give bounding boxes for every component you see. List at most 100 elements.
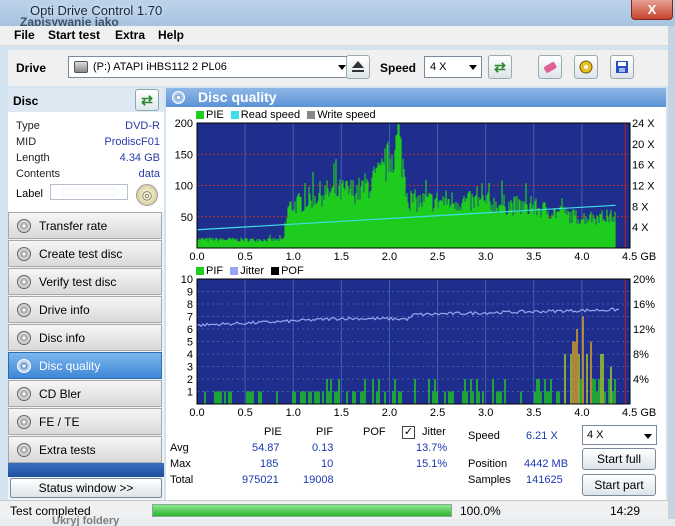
nav-disc-info[interactable]: Disc info [8, 324, 162, 351]
nav-cd-bler[interactable]: CD Bler [8, 380, 162, 407]
erase-button[interactable] [538, 55, 562, 79]
chevron-down-icon [469, 65, 477, 70]
menu-extra[interactable]: Extra [115, 28, 145, 42]
eject-button[interactable] [346, 55, 370, 79]
nav-label: Verify test disc [39, 275, 117, 289]
background-text: Ukryj foldery [52, 515, 120, 526]
y-tick-label: 100 [175, 181, 193, 193]
disc-value: ProdiscF01 [104, 136, 160, 148]
menu-file[interactable]: File [14, 28, 35, 42]
disc-icon [17, 303, 31, 317]
left-panel: Disc ⇄ Type DVD-R MID ProdiscF01 Length … [8, 88, 164, 500]
status-window-button[interactable]: Status window >> [10, 478, 162, 498]
stats-max-jitter: 15.1% [416, 458, 448, 470]
test-speed-select[interactable]: 4 X [582, 425, 657, 445]
refresh-icon: ⇄ [494, 59, 506, 75]
charts-svg: 200 150 100 50 24 X 20 X 16 X 12 X 8 X 4 X 0.0 0.5 1… [175, 118, 657, 419]
eject-icon [352, 61, 364, 72]
x-tick-label: 1.0 [286, 407, 301, 419]
chevron-down-icon [338, 65, 346, 70]
x-tick-label: 3.0 [478, 407, 493, 419]
nav-verify-test-disc[interactable]: Verify test disc [8, 268, 162, 295]
y-tick-label: 50 [181, 212, 193, 224]
y-tick-label: 5 [187, 337, 193, 349]
y-tick-label: 3 [187, 362, 193, 374]
y-tick-label-right: 16% [633, 299, 655, 311]
refresh-button[interactable]: ⇄ [488, 55, 512, 79]
x-tick-label: 4.5 GB [622, 407, 656, 419]
settings-button[interactable] [574, 55, 598, 79]
stats-header-pie: PIE [264, 426, 282, 438]
y-tick-label: 2 [187, 374, 193, 386]
x-tick-label: 0.5 [237, 407, 252, 419]
disc-key: Contents [16, 168, 61, 180]
y-tick-label-right: 12 X [632, 181, 655, 193]
test-speed-value: 4 X [587, 429, 604, 441]
start-part-button[interactable]: Start part [582, 474, 656, 496]
jitter-checkbox[interactable]: ✓ [402, 426, 415, 439]
disc-icon [17, 359, 31, 373]
y-tick-label: 9 [187, 287, 193, 299]
chevron-down-icon [644, 434, 652, 439]
nav-fe-te[interactable]: FE / TE [8, 408, 162, 435]
disc-icon: ◎ [141, 188, 153, 202]
stats-max-pie: 185 [260, 458, 279, 470]
x-tick-label: 0.0 [189, 251, 204, 263]
nav-transfer-rate[interactable]: Transfer rate [8, 212, 162, 239]
stats-total-pie: 975021 [242, 474, 279, 486]
window-border [668, 26, 675, 519]
label-field-value [63, 188, 115, 196]
nav-extra-tests[interactable]: Extra tests [8, 436, 162, 463]
background-window-strip: Ukryj foldery [0, 515, 675, 526]
start-full-button[interactable]: Start full [582, 448, 656, 470]
nav-spacer [8, 463, 164, 477]
stats-avg-pie: 54.87 [252, 442, 280, 454]
save-button[interactable] [610, 55, 634, 79]
menu-help[interactable]: Help [158, 28, 184, 42]
speed-select-value: 4 X [430, 61, 447, 73]
nav-disc-quality[interactable]: Disc quality [8, 352, 162, 379]
y-tick-label-right: 20% [633, 274, 655, 286]
menu-start-test[interactable]: Start test [48, 28, 100, 42]
nav-label: CD Bler [39, 387, 82, 401]
close-button[interactable]: X [631, 0, 673, 20]
drive-select-value: (P:) ATAPI iHBS112 2 PL06 [93, 61, 227, 73]
elapsed-time: 14:29 [610, 504, 641, 518]
y-tick-label-right: 20 X [632, 139, 655, 151]
nav-label: Disc info [39, 331, 86, 345]
stats-header-pif: PIF [316, 426, 334, 438]
y-tick-label-right: 4 X [632, 222, 649, 234]
stats-avg-jitter: 13.7% [416, 442, 448, 454]
speed-select[interactable]: 4 X [424, 56, 482, 78]
x-tick-label: 2.5 [430, 407, 445, 419]
x-tick-label: 2.0 [382, 407, 397, 419]
x-tick-label: 3.5 [526, 407, 541, 419]
nav-label: FE / TE [39, 415, 80, 429]
toolbar: Drive (P:) ATAPI iHBS112 2 PL06 Speed 4 … [8, 50, 668, 86]
y-tick-label-right: 8% [633, 349, 649, 361]
position-label: Position [468, 458, 508, 470]
disc-icon [17, 275, 31, 289]
disc-icon [17, 331, 31, 345]
floppy-disk-icon [616, 61, 628, 73]
disc-panel-title: Disc [13, 94, 39, 108]
label-field[interactable] [50, 184, 128, 200]
disc-refresh-button[interactable]: ⇄ [135, 89, 159, 111]
nav-drive-info[interactable]: Drive info [8, 296, 162, 323]
samples-value: 141625 [526, 474, 563, 486]
disc-value: data [138, 168, 160, 180]
x-tick-label: 3.5 [526, 251, 541, 263]
disc-label-button[interactable]: ◎ [136, 184, 158, 206]
disc-icon [17, 415, 31, 429]
x-tick-label: 0.5 [237, 251, 252, 263]
disc-value: 4.34 GB [119, 152, 160, 164]
progress-bar [152, 504, 452, 517]
drive-select[interactable]: (P:) ATAPI iHBS112 2 PL06 [68, 56, 351, 78]
x-tick-label: 1.5 [334, 407, 349, 419]
nav-label: Extra tests [39, 443, 96, 457]
y-tick-label: 150 [175, 149, 193, 161]
refresh-icon: ⇄ [141, 92, 153, 108]
y-tick-label-right: 8 X [632, 201, 649, 213]
disc-row-mid: MID ProdiscF01 [16, 136, 160, 152]
nav-create-test-disc[interactable]: Create test disc [8, 240, 162, 267]
